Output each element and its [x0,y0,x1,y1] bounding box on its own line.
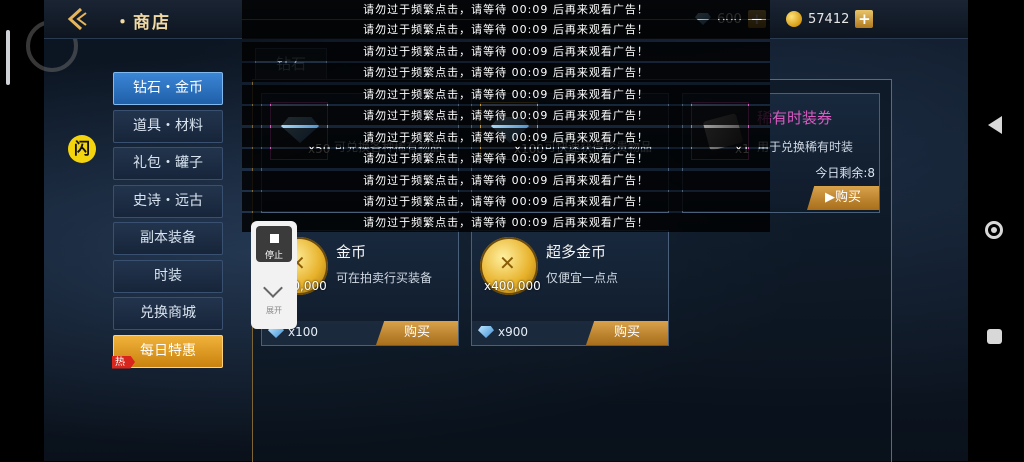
shop-card-gold-bulk[interactable]: x400,000 超多金币 仅便宜一点点 x900 购买 [471,230,669,346]
back-arrow-icon[interactable] [64,6,90,32]
toast-message: 请勿过于频繁点击，请等待 00:09 后再来观看广告！ [242,106,770,125]
menu-item-packs-jars[interactable]: 礼包・罐子 [113,147,223,180]
buy-video-button[interactable]: ▶购买 [807,186,879,210]
menu-item-fashion[interactable]: 时装 [113,259,223,293]
menu-item-label: 每日特惠 [140,342,196,359]
menu-item-diamond-gold[interactable]: 钻石・金币 [113,72,223,105]
menu-item-label: 道具・材料 [133,117,203,134]
toast-message: 请勿过于频繁点击，请等待 00:09 后再来观看广告！ [242,128,770,147]
quick-action-button[interactable]: 闪 [68,135,96,163]
price-amount: x900 [498,325,529,339]
page-title-text: 商店 [133,13,171,33]
menu-item-label: 史诗・远古 [133,192,203,209]
chevron-down-icon[interactable] [263,278,283,298]
android-nav-bar [968,0,1024,461]
item-description: 可在拍卖行买装备 [336,271,433,285]
edge-handle [6,30,10,85]
price: x900 [478,325,528,339]
buy-button[interactable]: 购买 [376,321,458,345]
menu-item-exchange-shop[interactable]: 兑换商城 [113,297,223,330]
stop-label: 停止 [264,251,283,261]
menu-item-daily-deal[interactable]: 每日特惠 热 [112,334,223,369]
toast-message: 请勿过于频繁点击，请等待 00:09 后再来观看广告！ [242,20,770,39]
menu-item-epic-ancient[interactable]: 史诗・远古 [113,184,223,218]
toast-message: 请勿过于频繁点击，请等待 00:09 后再来观看广告！ [242,63,770,82]
item-quantity: x400,000 [484,279,541,293]
item-name: 超多金币 [546,243,607,261]
nav-back-icon[interactable] [988,116,1002,134]
menu-item-label: 礼包・罐子 [133,155,203,171]
menu-item-items-materials[interactable]: 道具・材料 [113,109,223,143]
gold-coin-icon [786,11,802,27]
menu-item-label: 兑换商城 [140,305,196,321]
gold-amount: 57412 [808,11,850,27]
page-title: ・商店 [114,13,171,33]
toast-message: 请勿过于频繁点击，请等待 00:09 后再来观看广告！ [242,42,770,61]
remaining-count: 今日剩余:8 [815,166,875,180]
item-name: 金币 [336,243,367,261]
shop-category-menu: 钻石・金币 道具・材料 礼包・罐子 史诗・远古 副本装备 时装 兑换商城 每日特… [112,72,223,372]
screen-recorder-widget: 停止 展开 [251,221,297,329]
toast-message: 请勿过于频繁点击，请等待 00:09 后再来观看广告！ [242,0,770,19]
diamond-icon [478,326,494,338]
toast-message: 请勿过于频繁点击，请等待 00:09 后再来观看广告！ [242,192,770,211]
nav-recent-apps-icon[interactable] [987,329,1002,344]
toast-message: 请勿过于频繁点击，请等待 00:09 后再来观看广告！ [242,149,770,168]
menu-item-label: 钻石・金币 [133,80,203,96]
screen-edge [0,0,44,461]
menu-item-label: 副本装备 [140,230,196,246]
toast-message: 请勿过于频繁点击，请等待 00:09 后再来观看广告！ [242,171,770,190]
stop-icon [270,234,279,243]
buy-button[interactable]: 购买 [586,321,668,345]
menu-item-dungeon-gear[interactable]: 副本装备 [113,222,223,255]
expand-label: 展开 [266,306,282,315]
buy-label: 购买 [834,190,861,205]
item-description: 用于兑换稀有时装 [757,140,854,154]
stop-recording-button[interactable]: 停止 [256,226,292,262]
menu-item-label: 时装 [154,267,182,284]
toast-message: 请勿过于频繁点击，请等待 00:09 后再来观看广告！ [242,85,770,104]
gold-balance: 57412 + [786,9,874,29]
hot-badge: 热 [112,355,135,369]
nav-home-icon[interactable] [985,221,1003,239]
toast-message: 请勿过于频繁点击，请等待 00:09 后再来观看广告！ [242,213,770,232]
item-description: 仅便宜一点点 [546,271,619,285]
add-gold-button[interactable]: + [855,10,874,28]
